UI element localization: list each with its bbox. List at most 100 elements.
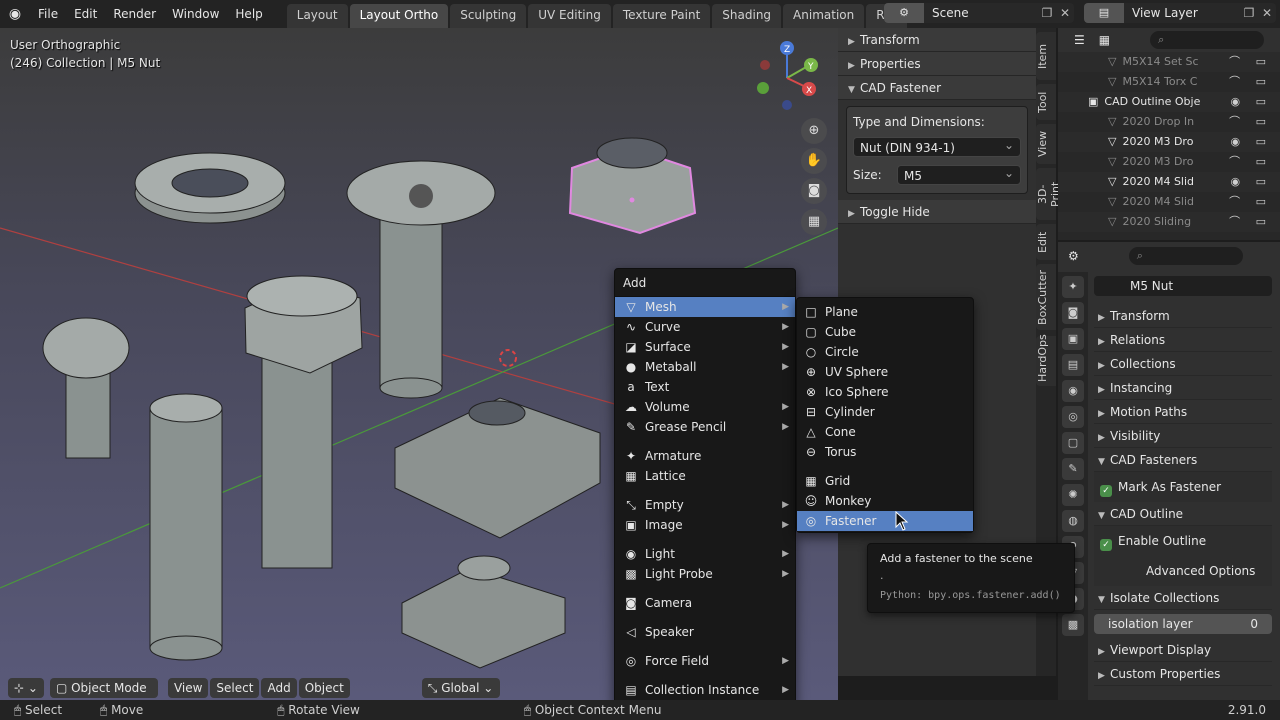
section-motion-paths[interactable]: ▶ Motion Paths xyxy=(1094,400,1272,424)
sidebar-tab-boxcutter[interactable]: BoxCutter xyxy=(1036,264,1056,330)
editor-type-icon[interactable]: ⚙ xyxy=(1068,249,1079,263)
mode-dropdown[interactable]: ▢ Object Mode ⌄ xyxy=(49,678,158,715)
section-transform[interactable]: ▶ Transform xyxy=(1094,304,1272,328)
section-relations[interactable]: ▶ Relations xyxy=(1094,328,1272,352)
add-menu-item-empty[interactable]: ⤡ Empty ▶ xyxy=(615,495,795,515)
outliner-search-input[interactable]: ⌕ xyxy=(1150,31,1265,49)
menu-render[interactable]: Render xyxy=(105,0,164,28)
menu-window[interactable]: Window xyxy=(164,0,227,28)
outliner-row[interactable]: ▽ 2020 Sliding ⌒ ▭ xyxy=(1058,212,1280,232)
workspace-tab[interactable]: Sculpting xyxy=(450,4,527,28)
section-cad-outline[interactable]: ▼ CAD Outline xyxy=(1094,502,1272,526)
add-menu-item-speaker[interactable]: ◁ Speaker xyxy=(615,622,795,642)
grid-icon[interactable]: ▦ xyxy=(801,209,827,235)
visibility-icon[interactable]: ◉ ▭ xyxy=(1231,132,1273,152)
outliner-row[interactable]: ▽ 2020 M3 Dro ⌒ ▭ xyxy=(1058,152,1280,172)
visibility-icon[interactable]: ⌒ ▭ xyxy=(1229,192,1272,212)
outliner-row[interactable]: ▽ M5X14 Set Sc ⌒ ▭ xyxy=(1058,52,1280,72)
render-icon[interactable]: ◙ xyxy=(1062,302,1084,324)
object-icon[interactable]: ▢ xyxy=(1062,432,1084,454)
add-menu-item-grease-pencil[interactable]: ✎ Grease Pencil ▶ xyxy=(615,417,795,437)
display-mode-icon[interactable]: ☰ xyxy=(1074,33,1085,47)
sidebar-tab-view[interactable]: View xyxy=(1036,124,1056,164)
output-icon[interactable]: ▣ xyxy=(1062,328,1084,350)
add-menu-item-image[interactable]: ▣ Image ▶ xyxy=(615,515,795,535)
workspace-tab[interactable]: Animation xyxy=(783,4,865,28)
size-dropdown[interactable]: M5 xyxy=(897,163,1021,185)
texture-icon[interactable]: ▩ xyxy=(1062,614,1084,636)
editor-type-button[interactable]: ⊹ ⌄ xyxy=(8,678,44,698)
workspace-tab[interactable]: Texture Paint xyxy=(612,4,711,28)
enable-outline-checkbox[interactable]: ✓ Enable Outline xyxy=(1094,526,1272,556)
section-custom-properties[interactable]: ▶ Custom Properties xyxy=(1094,662,1272,686)
visibility-icon[interactable]: ◉ ▭ xyxy=(1231,92,1273,112)
copy-icon[interactable]: ❐ xyxy=(1038,6,1056,20)
sidebar-tab-tool[interactable]: Tool xyxy=(1036,84,1056,120)
add-menu-item-surface[interactable]: ◪ Surface ▶ xyxy=(615,337,795,357)
physics-icon[interactable]: ◍ xyxy=(1062,510,1084,532)
outliner-row[interactable]: ▽ 2020 M3 Dro ◉ ▭ xyxy=(1058,132,1280,152)
add-menu-item-text[interactable]: a Text xyxy=(615,377,795,397)
menu-file[interactable]: File xyxy=(30,0,66,28)
add-menu-item-light-probe[interactable]: ▩ Light Probe ▶ xyxy=(615,564,795,584)
pan-hand-icon[interactable]: ✋ xyxy=(801,148,827,174)
close-icon[interactable]: ✕ xyxy=(1258,6,1276,20)
panel-properties[interactable]: ▶ Properties xyxy=(838,52,1036,76)
workspace-tab[interactable]: UV Editing xyxy=(528,4,611,28)
modifier-icon[interactable]: ✎ xyxy=(1062,458,1084,480)
add-menu-button[interactable]: Add xyxy=(261,678,297,698)
add-menu-item-collection-instance[interactable]: ▤ Collection Instance ▶ xyxy=(615,680,795,700)
add-menu-item-volume[interactable]: ☁ Volume ▶ xyxy=(615,397,795,417)
object-menu[interactable]: Object xyxy=(298,678,350,698)
add-menu-item-metaball[interactable]: ● Metaball ▶ xyxy=(615,357,795,377)
visibility-icon[interactable]: ⌒ ▭ xyxy=(1229,72,1272,92)
mesh-item-grid[interactable]: ▦ Grid xyxy=(797,471,973,491)
blender-logo-icon[interactable]: ◉ xyxy=(0,6,30,22)
panel-transform[interactable]: ▶ Transform xyxy=(838,28,1036,52)
add-menu-item-light[interactable]: ◉ Light ▶ xyxy=(615,544,795,564)
mesh-item-cube[interactable]: ▢ Cube xyxy=(797,322,973,342)
view-layer-icon[interactable]: ▤ xyxy=(1062,354,1084,376)
workspace-tab[interactable]: Layout Ortho xyxy=(349,4,449,28)
outliner-row[interactable]: ▽ 2020 Drop In ⌒ ▭ xyxy=(1058,112,1280,132)
visibility-icon[interactable]: ⌒ ▭ xyxy=(1229,212,1272,232)
add-menu-item-mesh[interactable]: ▽ Mesh ▶ xyxy=(615,297,795,317)
add-menu-item-armature[interactable]: ✦ Armature xyxy=(615,446,795,466)
outliner-row[interactable]: ▽ M5X14 Torx C ⌒ ▭ xyxy=(1058,72,1280,92)
outliner-row[interactable]: ▽ 2020 M4 Slid ⌒ ▭ xyxy=(1058,192,1280,212)
add-menu-item-camera[interactable]: ◙ Camera xyxy=(615,593,795,613)
section-visibility[interactable]: ▶ Visibility xyxy=(1094,424,1272,448)
fastener-type-dropdown[interactable]: Nut (DIN 934-1) xyxy=(853,135,1021,157)
menu-edit[interactable]: Edit xyxy=(66,0,105,28)
add-menu-item-curve[interactable]: ∿ Curve ▶ xyxy=(615,317,795,337)
workspace-tab[interactable]: Layout xyxy=(286,4,348,28)
transform-orientation-dropdown[interactable]: ⤡ Global ⌄ xyxy=(421,678,500,698)
mesh-item-circle[interactable]: ○ Circle xyxy=(797,342,973,362)
panel-cad-fastener[interactable]: ▼ CAD Fastener xyxy=(838,76,1036,100)
mesh-item-ico-sphere[interactable]: ⊗ Ico Sphere xyxy=(797,382,973,402)
scene-icon[interactable]: ◉ xyxy=(1062,380,1084,402)
sidebar-tab-3d-print[interactable]: 3D-Print xyxy=(1036,168,1062,220)
camera-icon[interactable]: ◙ xyxy=(801,178,827,204)
visibility-icon[interactable]: ⌒ ▭ xyxy=(1229,112,1272,132)
visibility-icon[interactable]: ⌒ ▭ xyxy=(1229,52,1272,72)
object-name-field[interactable]: M5 Nut xyxy=(1094,276,1272,296)
world-icon[interactable]: ◎ xyxy=(1062,406,1084,428)
close-icon[interactable]: ✕ xyxy=(1056,6,1074,20)
advanced-options-toggle[interactable]: Advanced Options xyxy=(1094,556,1272,586)
mesh-item-torus[interactable]: ⊖ Torus xyxy=(797,442,973,462)
mesh-item-uv-sphere[interactable]: ⊕ UV Sphere xyxy=(797,362,973,382)
select-menu[interactable]: Select xyxy=(210,678,260,698)
mesh-item-cone[interactable]: △ Cone xyxy=(797,422,973,442)
section-instancing[interactable]: ▶ Instancing xyxy=(1094,376,1272,400)
visibility-icon[interactable]: ◉ ▭ xyxy=(1231,172,1273,192)
mesh-item-cylinder[interactable]: ⊟ Cylinder xyxy=(797,402,973,422)
panel-toggle-hide[interactable]: ▶ Toggle Hide xyxy=(838,200,1036,224)
add-menu-item-force-field[interactable]: ◎ Force Field ▶ xyxy=(615,651,795,671)
workspace-tab[interactable]: Shading xyxy=(712,4,782,28)
sidebar-tab-edit[interactable]: Edit xyxy=(1036,224,1056,260)
view-menu[interactable]: View xyxy=(167,678,209,698)
mesh-item-monkey[interactable]: ☺ Monkey xyxy=(797,491,973,511)
visibility-icon[interactable]: ⌒ ▭ xyxy=(1229,152,1272,172)
sidebar-tab-hardops[interactable]: HardOps xyxy=(1036,334,1056,386)
